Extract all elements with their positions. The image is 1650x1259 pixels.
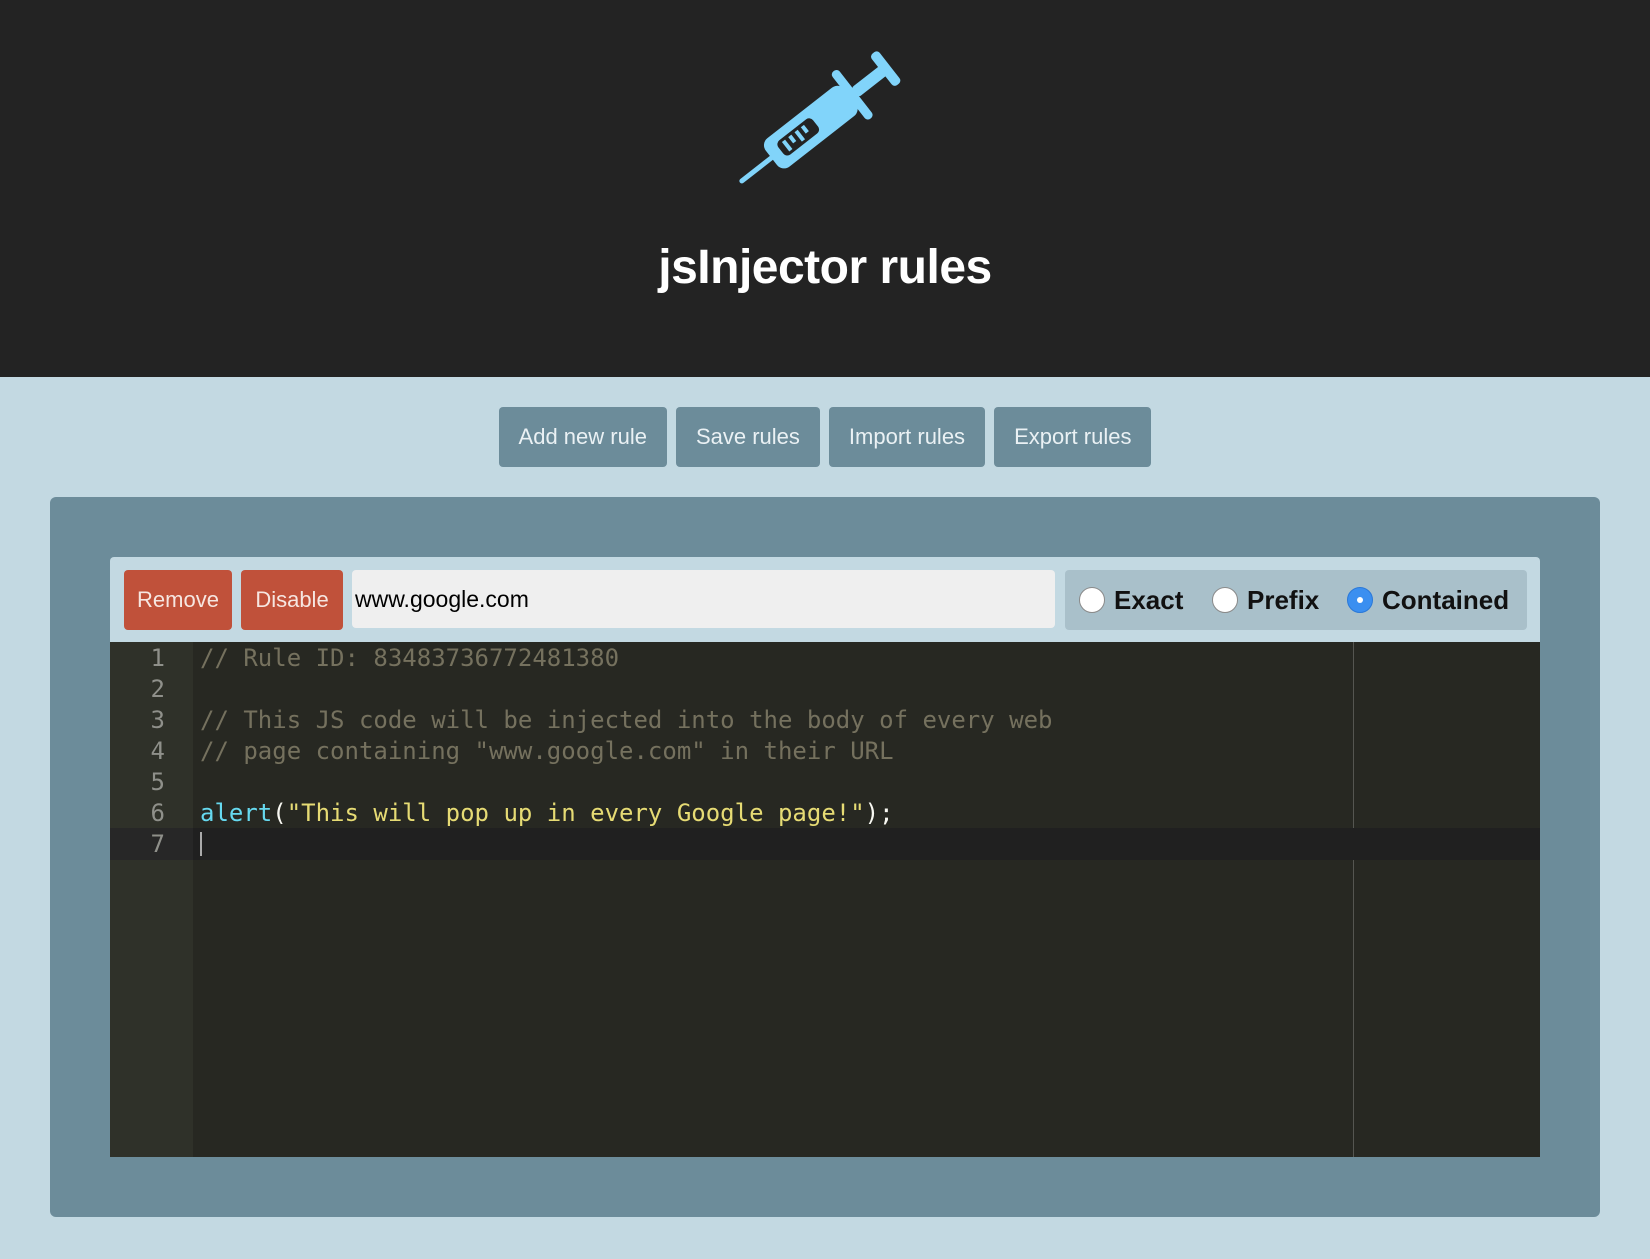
header: jsInjector rules	[0, 0, 1650, 377]
radio-contained[interactable]	[1347, 587, 1373, 613]
code-line[interactable]: 7	[110, 828, 1540, 860]
code-punct-token: (	[272, 799, 287, 827]
disable-button[interactable]: Disable	[241, 570, 343, 630]
radio-prefix-label: Prefix	[1247, 584, 1320, 615]
radio-prefix[interactable]	[1212, 587, 1238, 613]
radio-contained-label: Contained	[1382, 584, 1510, 615]
radio-exact-label: Exact	[1114, 584, 1184, 615]
code-line[interactable]: 2	[110, 673, 1540, 705]
code-text: alert("This will pop up in every Google …	[200, 799, 894, 827]
code-punct-token: );	[864, 799, 894, 827]
page-title: jsInjector rules	[658, 241, 992, 294]
code-function-token: alert	[200, 799, 273, 827]
line-number: 2	[150, 675, 165, 703]
rules-panel: Remove Disable www.google.com Exact Pref…	[50, 497, 1600, 1217]
code-line[interactable]: 5	[110, 766, 1540, 798]
save-rules-button[interactable]: Save rules	[675, 407, 820, 467]
code-text: // Rule ID: 83483736772481380	[200, 644, 620, 672]
toolbar: Add new rule Save rules Import rules Exp…	[0, 407, 1650, 467]
line-number: 1	[150, 644, 165, 672]
code-text: // This JS code will be injected into th…	[200, 706, 1053, 734]
line-number: 3	[150, 706, 165, 734]
code-line[interactable]: 3 // This JS code will be injected into t…	[110, 704, 1540, 736]
radio-exact[interactable]	[1079, 587, 1105, 613]
line-number: 7	[150, 830, 165, 858]
add-rule-button[interactable]: Add new rule	[498, 407, 667, 467]
line-number: 5	[150, 768, 165, 796]
code-string-token: "This will pop up in every Google page!"	[286, 799, 865, 827]
remove-button[interactable]: Remove	[124, 570, 232, 630]
url-input[interactable]: www.google.com	[352, 570, 1055, 628]
code-editor[interactable]: 1 // Rule ID: 83483736772481380 2 3 // This …	[110, 642, 1540, 1157]
match-type-group: Exact Prefix Contained	[1065, 570, 1527, 630]
text-cursor	[200, 832, 202, 856]
import-rules-button[interactable]: Import rules	[828, 407, 986, 467]
rule-card: Remove Disable www.google.com Exact Pref…	[110, 557, 1540, 1157]
line-number: 6	[150, 799, 165, 827]
code-text: // page containing "www.google.com" in t…	[200, 737, 894, 765]
code-line[interactable]: 6 alert("This will pop up in every Google…	[110, 797, 1540, 829]
syringe-icon	[739, 51, 901, 184]
rule-controls: Remove Disable www.google.com Exact Pref…	[110, 557, 1540, 642]
code-line[interactable]: 1 // Rule ID: 83483736772481380	[110, 642, 1540, 674]
code-line[interactable]: 4 // page containing "www.google.com" in …	[110, 735, 1540, 767]
match-prefix-option[interactable]: Prefix	[1212, 570, 1319, 630]
export-rules-button[interactable]: Export rules	[994, 407, 1152, 467]
line-number: 4	[150, 737, 165, 765]
match-contained-option[interactable]: Contained	[1347, 570, 1509, 630]
match-exact-option[interactable]: Exact	[1079, 570, 1183, 630]
